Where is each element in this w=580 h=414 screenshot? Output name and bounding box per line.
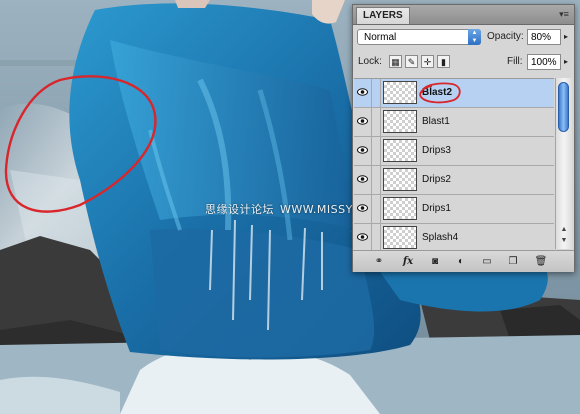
layers-panel: LAYERS ▾≡ Normal ▲ ▼ Opacity: 80% ▸ Lock:… xyxy=(352,4,575,272)
panel-menu-icon[interactable]: ▾≡ xyxy=(558,8,570,20)
visibility-toggle[interactable] xyxy=(354,195,372,223)
link-cell xyxy=(372,137,381,165)
watermark-left: 思缘设计论坛 xyxy=(205,203,274,216)
layer-name[interactable]: Drips3 xyxy=(422,144,451,158)
layer-thumbnail xyxy=(383,110,417,133)
visibility-toggle[interactable] xyxy=(354,224,372,250)
tab-layers[interactable]: LAYERS xyxy=(356,7,410,24)
panel-bottom-bar: ⚭ fx ◙ ◐ ▭ ❐ 🗑 xyxy=(353,250,574,272)
mask-icon[interactable]: ◙ xyxy=(427,254,443,269)
lock-image-brush-icon[interactable]: ✎ xyxy=(405,55,418,68)
eye-icon xyxy=(357,146,368,154)
new-layer-icon[interactable]: ❐ xyxy=(505,254,521,269)
fill-label: Fill: xyxy=(507,56,523,67)
fill-value: 100% xyxy=(531,57,557,68)
select-arrows-icon: ▲ ▼ xyxy=(468,29,481,45)
link-cell xyxy=(372,166,381,194)
layer-row-blast2[interactable]: Blast2 xyxy=(354,79,554,108)
blend-row: Normal ▲ ▼ Opacity: 80% ▸ xyxy=(357,29,570,47)
layer-row-blast1[interactable]: Blast1 xyxy=(354,108,554,137)
eye-icon xyxy=(357,233,368,241)
lock-transparent-icon[interactable]: ▦ xyxy=(389,55,402,68)
link-cell xyxy=(372,224,381,250)
layer-thumbnail xyxy=(383,139,417,162)
group-folder-icon[interactable]: ▭ xyxy=(479,254,495,269)
layer-thumbnail xyxy=(383,197,417,220)
fill-dropdown-icon[interactable]: ▸ xyxy=(564,54,568,70)
layer-name[interactable]: Blast1 xyxy=(422,115,450,129)
fill-input[interactable]: 100% xyxy=(527,54,561,70)
layer-row-drips1[interactable]: Drips1 xyxy=(354,195,554,224)
link-cell xyxy=(372,79,381,107)
lock-position-move-icon[interactable]: ✛ xyxy=(421,55,434,68)
layer-list-scrollbar[interactable]: ▲ ▼ xyxy=(555,78,572,249)
layer-name[interactable]: Drips2 xyxy=(422,173,451,187)
eye-icon xyxy=(357,88,368,96)
layer-thumbnail xyxy=(383,168,417,191)
blend-mode-select[interactable]: Normal ▲ ▼ xyxy=(357,29,481,45)
layer-row-drips3[interactable]: Drips3 xyxy=(354,137,554,166)
lock-row: Lock: ▦ ✎ ✛ ▮ Fill: 100% ▸ xyxy=(357,54,570,72)
layer-list: Blast2 Blast1 Drips3 Drips2 Drips1 Splas… xyxy=(354,78,554,250)
layer-name[interactable]: Splash4 xyxy=(422,231,458,245)
opacity-label: Opacity: xyxy=(487,31,524,42)
layer-name[interactable]: Blast2 xyxy=(422,86,452,100)
visibility-toggle[interactable] xyxy=(354,79,372,107)
visibility-toggle[interactable] xyxy=(354,166,372,194)
link-cell xyxy=(372,108,381,136)
layer-thumbnail xyxy=(383,226,417,249)
eye-icon xyxy=(357,204,368,212)
layer-thumbnail xyxy=(383,81,417,104)
opacity-dropdown-icon[interactable]: ▸ xyxy=(564,29,568,45)
visibility-toggle[interactable] xyxy=(354,108,372,136)
layer-name[interactable]: Drips1 xyxy=(422,202,451,216)
lock-all-padlock-icon[interactable]: ▮ xyxy=(437,55,450,68)
eye-icon xyxy=(357,175,368,183)
layer-row-drips2[interactable]: Drips2 xyxy=(354,166,554,195)
trash-icon[interactable]: 🗑 xyxy=(533,254,549,269)
blend-mode-value: Normal xyxy=(364,32,397,43)
fx-icon[interactable]: fx xyxy=(399,254,417,269)
visibility-toggle[interactable] xyxy=(354,137,372,165)
opacity-input[interactable]: 80% xyxy=(527,29,561,45)
scroll-arrows-icon[interactable]: ▲ ▼ xyxy=(558,224,570,246)
eye-icon xyxy=(357,117,368,125)
link-cell xyxy=(372,195,381,223)
panel-tabbar: LAYERS ▾≡ xyxy=(353,5,574,25)
adjustment-icon[interactable]: ◐ xyxy=(453,254,469,269)
opacity-value: 80% xyxy=(531,32,552,43)
layer-row-splash4[interactable]: Splash4 xyxy=(354,224,554,250)
lock-label: Lock: xyxy=(358,56,382,67)
link-layers-icon[interactable]: ⚭ xyxy=(371,254,387,269)
scroll-thumb[interactable] xyxy=(558,82,569,132)
